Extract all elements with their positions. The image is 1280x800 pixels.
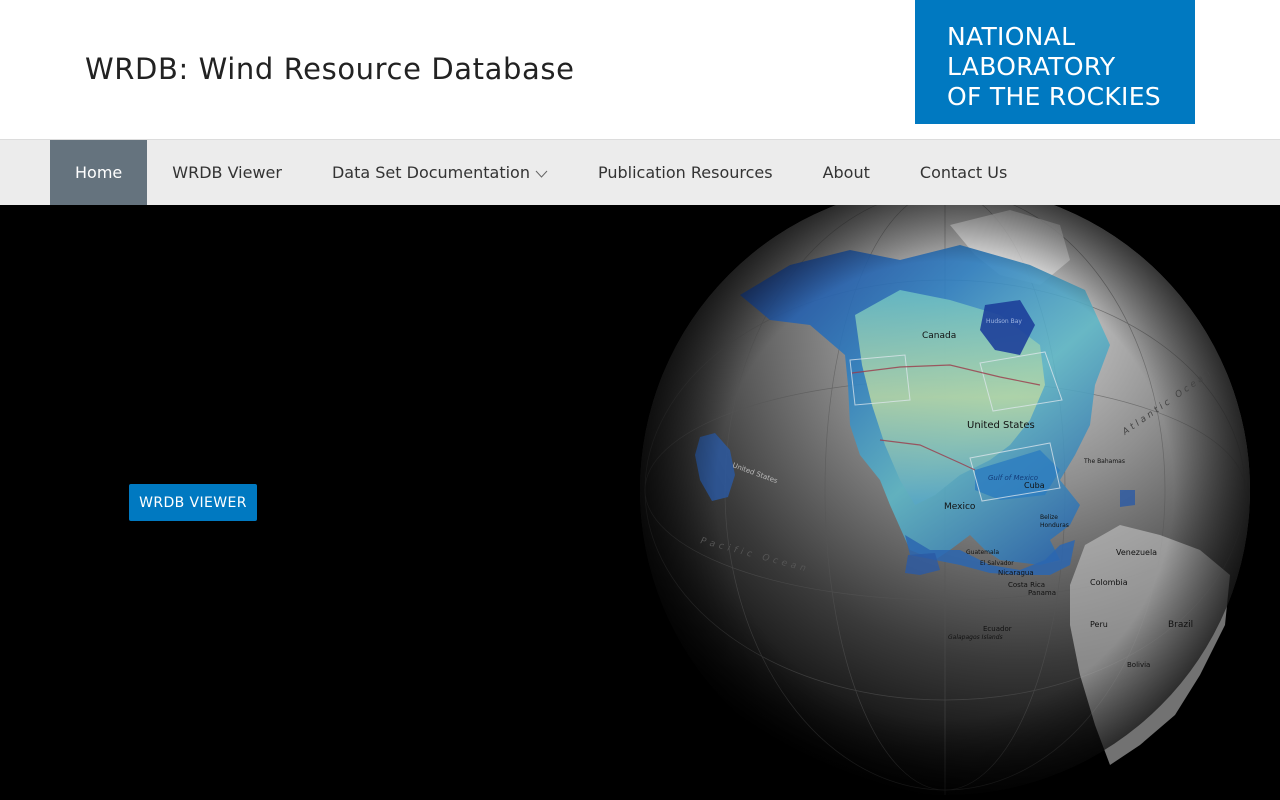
nav-item-about[interactable]: About <box>798 140 895 205</box>
globe-shadow <box>640 205 1250 795</box>
map-label-belize: Belize <box>1040 514 1058 521</box>
map-label-peru: Peru <box>1090 620 1108 629</box>
nav-item-label: Publication Resources <box>597 163 773 182</box>
map-label-hudson: Hudson Bay <box>986 318 1022 325</box>
nav-item-publication-resources[interactable]: Publication Resources <box>573 140 798 205</box>
logo-line-1: NATIONAL <box>947 22 1076 51</box>
map-label-galapagos: Galapagos Islands <box>948 634 1003 641</box>
logo-line-3: OF THE ROCKIES <box>947 82 1161 111</box>
map-label-el-salvador: El Salvador <box>980 560 1014 567</box>
map-label-honduras: Honduras <box>1040 522 1069 529</box>
wrdb-viewer-button[interactable]: WRDB VIEWER <box>129 484 257 521</box>
map-label-brazil: Brazil <box>1168 620 1193 630</box>
map-label-costa-rica: Costa Rica <box>1008 581 1045 589</box>
map-label-gulf: Gulf of Mexico <box>988 474 1038 482</box>
main-nav: Home WRDB Viewer Data Set Documentation … <box>0 140 1280 205</box>
nav-item-home[interactable]: Home <box>50 140 148 205</box>
nav-item-label: About <box>822 163 870 182</box>
chevron-down-icon <box>535 170 548 178</box>
map-label-panama: Panama <box>1028 589 1056 597</box>
map-label-united-states: United States <box>967 420 1035 431</box>
map-label-mexico: Mexico <box>944 502 976 512</box>
nav-item-wrdb-viewer[interactable]: WRDB Viewer <box>147 140 307 205</box>
map-label-ecuador: Ecuador <box>983 625 1012 633</box>
map-label-nicaragua: Nicaragua <box>998 569 1034 577</box>
nav-item-label: Data Set Documentation <box>331 163 530 182</box>
lab-logo[interactable]: NATIONAL LABORATORY OF THE ROCKIES <box>915 0 1195 124</box>
map-label-cuba: Cuba <box>1024 481 1045 490</box>
nav-list: Home WRDB Viewer Data Set Documentation … <box>50 140 1032 205</box>
nav-item-data-set-documentation[interactable]: Data Set Documentation <box>307 140 573 205</box>
map-label-canada: Canada <box>922 331 956 341</box>
map-label-venezuela: Venezuela <box>1116 548 1157 557</box>
map-label-bolivia: Bolivia <box>1127 661 1150 669</box>
logo-line-2: LABORATORY <box>947 52 1116 81</box>
site-header: WRDB: Wind Resource Database NATIONAL LA… <box>0 0 1280 140</box>
nav-item-contact-us[interactable]: Contact Us <box>895 140 1032 205</box>
nav-item-label: Home <box>75 163 123 182</box>
map-label-colombia: Colombia <box>1090 578 1128 587</box>
map-label-bahamas: The Bahamas <box>1083 458 1125 465</box>
site-title: WRDB: Wind Resource Database <box>85 52 575 86</box>
map-label-guatemala: Guatemala <box>966 549 999 556</box>
nav-item-label: WRDB Viewer <box>172 163 282 182</box>
nav-item-label: Contact Us <box>919 163 1008 182</box>
